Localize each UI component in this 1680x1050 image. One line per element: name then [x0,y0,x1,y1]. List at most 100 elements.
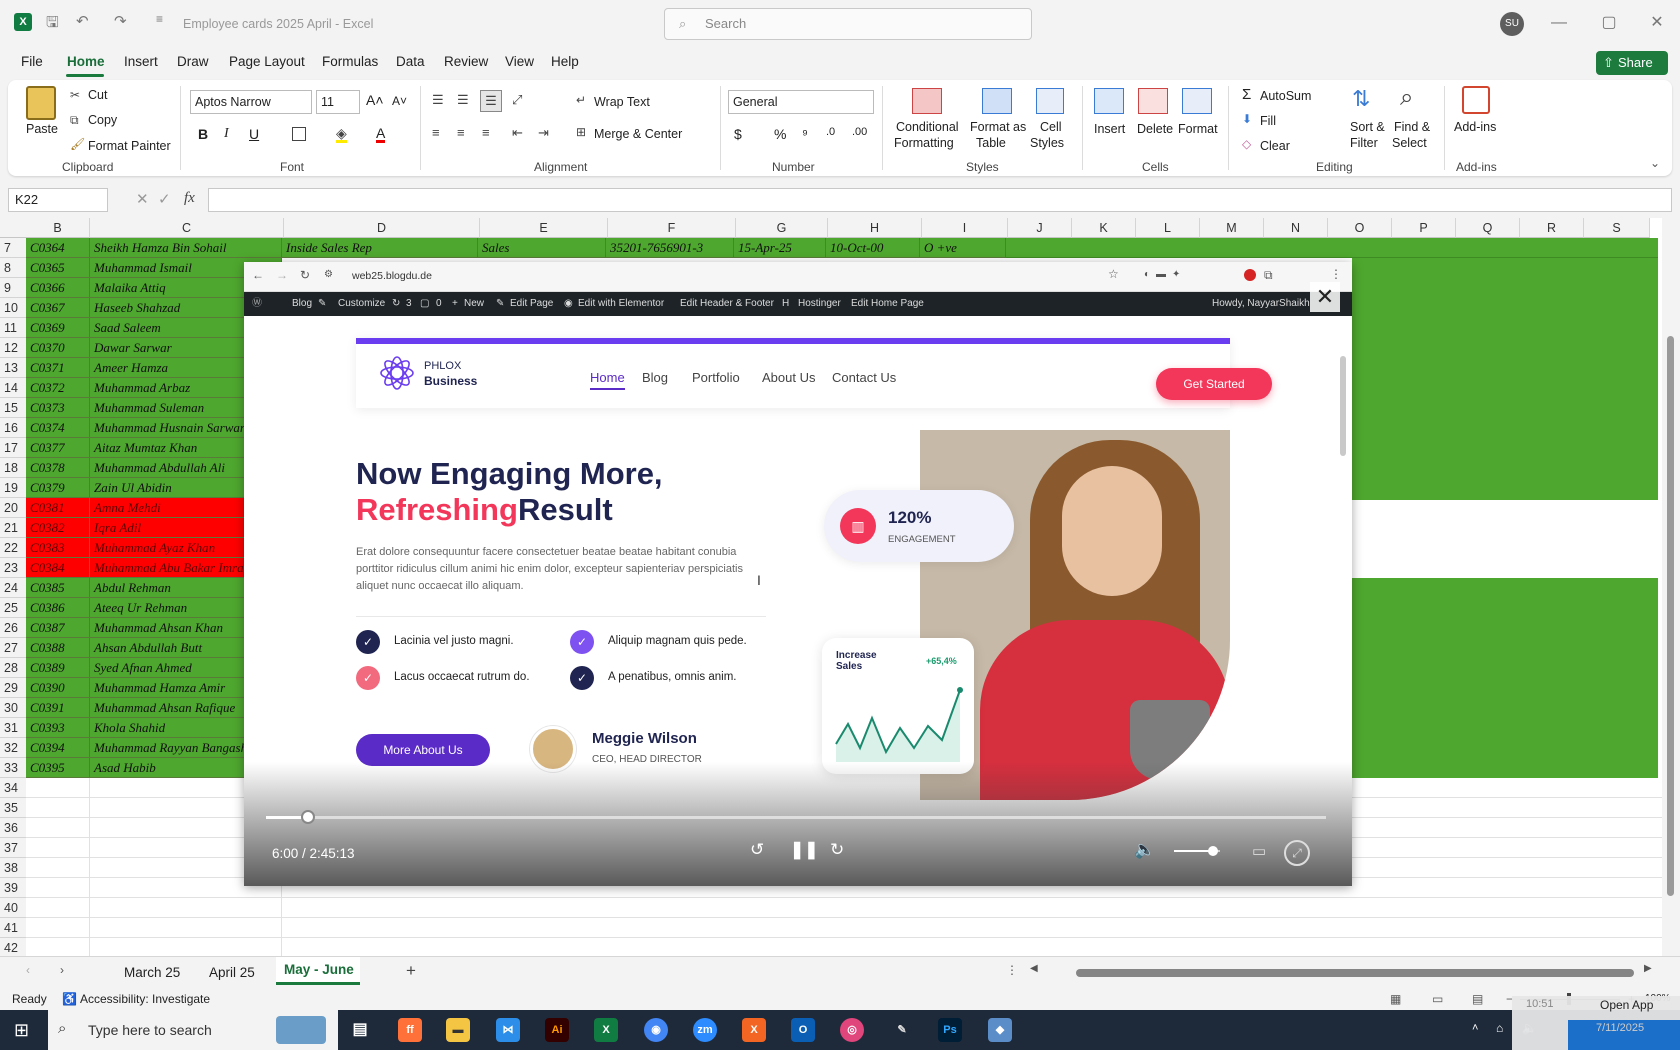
sheet-tab-march[interactable]: March 25 [124,965,180,980]
row-header[interactable]: 40 [0,898,26,918]
fullscreen-icon[interactable]: ⤢ [1284,840,1310,866]
save-icon[interactable]: 🖫 [46,12,59,37]
cell-id[interactable]: C0364 [26,238,90,258]
comma-icon[interactable]: ⁹ [802,126,808,142]
sheet-tab-may-june[interactable]: May - June [284,962,354,977]
row-header[interactable]: 11 [0,318,26,338]
nav-contact[interactable]: Contact Us [832,370,896,385]
wp-howdy-user[interactable]: Howdy, NayyarShaikh [1212,292,1310,316]
font-size-dropdown[interactable]: 11 [316,90,360,114]
insert-cells-button[interactable]: Insert [1094,122,1125,136]
captions-icon[interactable]: ▭ [1252,842,1266,860]
autosum-button[interactable]: AutoSum [1260,89,1311,103]
row-header[interactable]: 39 [0,878,26,898]
format-painter-button[interactable]: Format Painter [88,139,171,153]
column-header-c[interactable]: C [90,218,284,238]
menu-data[interactable]: Data [396,54,425,69]
row-header[interactable]: 38 [0,858,26,878]
column-header-e[interactable]: E [480,218,608,238]
site-info-icon[interactable]: ⚙ [324,269,333,280]
font-name-dropdown[interactable]: Aptos Narrow [190,90,312,114]
cell-id[interactable]: C0395 [26,758,90,778]
windows-start-icon[interactable]: ⊞ [14,1020,29,1041]
cell-id[interactable]: C0389 [26,658,90,678]
row-header[interactable]: 19 [0,478,26,498]
column-header-k[interactable]: K [1072,218,1136,238]
increase-indent-icon[interactable]: ⇥ [538,125,549,141]
rewind-icon[interactable]: ↺ [750,840,764,860]
row-header[interactable]: 32 [0,738,26,758]
decrease-font-icon[interactable]: A˅ [392,94,407,108]
cell-id[interactable]: C0381 [26,498,90,518]
font-color-icon[interactable]: A [376,126,386,143]
scroll-left-icon[interactable]: ◀ [1030,963,1038,974]
cell-id[interactable] [26,818,90,838]
pause-icon[interactable]: ❚❚ [790,840,819,860]
row-header[interactable]: 18 [0,458,26,478]
row-header[interactable]: 20 [0,498,26,518]
cell-id[interactable]: C0366 [26,278,90,298]
page-break-icon[interactable]: ▤ [1472,988,1483,1010]
sort-filter-line1[interactable]: Sort & [1350,120,1385,134]
vscode-icon[interactable]: ⋈ [496,1018,520,1042]
creative-cloud-icon[interactable]: ◎ [840,1018,864,1042]
minimize-icon[interactable]: — [1544,10,1574,36]
cell-id[interactable]: C0372 [26,378,90,398]
row-header[interactable]: 42 [0,938,26,956]
redo-icon[interactable]: ↷ [114,12,127,30]
align-middle-icon[interactable]: ☰ [457,92,469,108]
find-select-line2[interactable]: Select [1392,136,1427,150]
volume-icon[interactable]: 🔈 [1134,840,1155,860]
borders-icon[interactable] [292,127,306,141]
row-header[interactable]: 31 [0,718,26,738]
row-header[interactable]: 21 [0,518,26,538]
maximize-icon[interactable]: ▢ [1594,10,1624,36]
cell-id[interactable]: C0377 [26,438,90,458]
currency-icon[interactable]: $ [734,126,742,142]
tray-network-icon[interactable]: ⌂ [1496,1021,1503,1035]
page-layout-icon[interactable]: ▭ [1432,988,1443,1010]
photoshop-icon[interactable]: Ps [938,1018,962,1042]
zoom-app-icon[interactable]: zm [693,1018,717,1042]
empty-row-cells[interactable] [282,918,1662,938]
cell-id[interactable]: C0374 [26,418,90,438]
excel-taskbar-icon[interactable]: X [594,1018,618,1042]
cell-id[interactable] [26,778,90,798]
extension-opera-icon[interactable] [1244,269,1256,281]
row-header[interactable]: 7 [0,238,26,258]
add-ins-button[interactable]: Add-ins [1454,120,1496,134]
cell-id[interactable]: C0383 [26,538,90,558]
back-icon[interactable]: ← [252,268,264,282]
nav-portfolio[interactable]: Portfolio [692,370,740,385]
nav-blog[interactable]: Blog [642,370,668,385]
wp-customize-link[interactable]: Customize [338,292,385,316]
cell-g7[interactable]: 15-Apr-25 [734,238,826,258]
row-header[interactable]: 17 [0,438,26,458]
wp-hostinger-link[interactable]: Hostinger [798,292,841,316]
column-header-d[interactable]: D [284,218,480,238]
search-box[interactable]: ⌕ Search [664,8,1032,40]
app-icon[interactable]: ◆ [988,1018,1012,1042]
cell-id[interactable] [26,858,90,878]
column-header-h[interactable]: H [828,218,922,238]
scroll-right-icon[interactable]: ▶ [1644,963,1652,974]
menu-draw[interactable]: Draw [177,54,209,69]
clear-button[interactable]: Clear [1260,139,1290,153]
cell-id[interactable]: C0379 [26,478,90,498]
volume-thumb[interactable] [1208,846,1219,856]
progress-track[interactable] [266,816,1326,819]
bookmark-star-icon[interactable]: ☆ [1108,267,1119,281]
nav-home[interactable]: Home [590,370,625,390]
cell-id[interactable]: C0387 [26,618,90,638]
empty-row-cells[interactable] [282,938,1662,956]
cell-id[interactable]: C0388 [26,638,90,658]
row-header[interactable]: 41 [0,918,26,938]
cell-id[interactable] [26,798,90,818]
wp-edit-home-link[interactable]: Edit Home Page [851,292,924,316]
increase-font-icon[interactable]: A˄ [366,92,384,108]
cell-h7[interactable]: 10-Oct-00 [826,238,920,258]
paste-button[interactable]: Paste [26,122,58,136]
align-right-icon[interactable]: ≡ [482,125,490,140]
menu-home[interactable]: Home [67,54,105,69]
row-header[interactable]: 10 [0,298,26,318]
